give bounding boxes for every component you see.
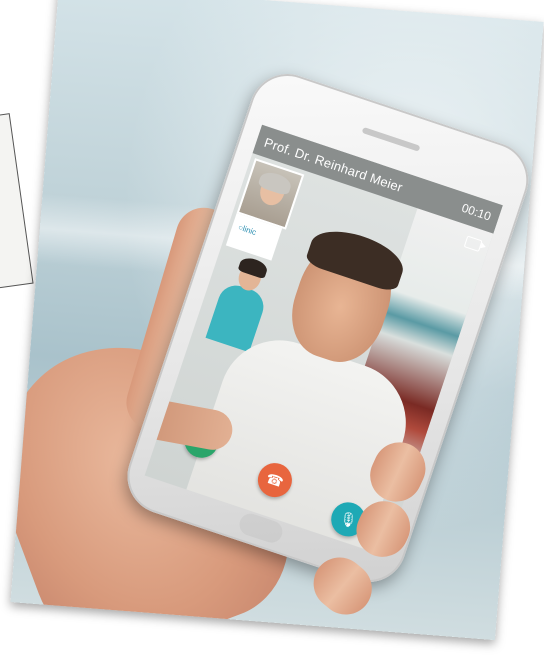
call-timer: 00:10 <box>459 200 493 224</box>
background-sheet <box>0 113 34 295</box>
earpiece-speaker <box>361 126 421 152</box>
video-call-screen: ○linic Prof. Dr. Reinhard Meier 00:10 + <box>144 124 503 557</box>
clinic-sign-logo: ○linic <box>236 222 258 238</box>
background-nurse <box>205 252 278 353</box>
phone-hangup-icon: ☎ <box>264 469 286 490</box>
photo-print: ○linic Prof. Dr. Reinhard Meier 00:10 + <box>10 0 544 641</box>
smartphone: ○linic Prof. Dr. Reinhard Meier 00:10 + <box>117 63 539 593</box>
